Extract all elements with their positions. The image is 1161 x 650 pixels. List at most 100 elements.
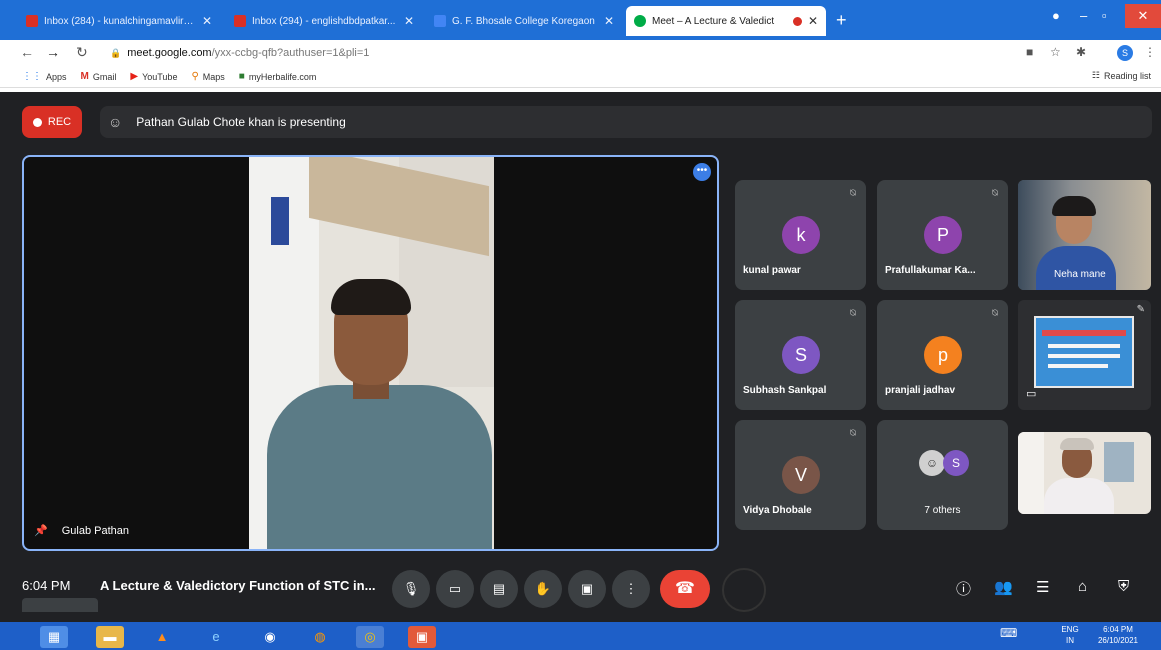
mic-button[interactable]: 🎙: [392, 570, 430, 608]
gmail-icon: [26, 15, 38, 27]
meeting-time: 6:04 PM: [22, 578, 71, 593]
end-call-button[interactable]: ☎: [660, 570, 710, 608]
close-icon[interactable]: ✕: [808, 14, 818, 28]
mic-off-icon: ⍉: [992, 188, 998, 199]
site-icon: [434, 15, 446, 27]
raise-hand-button[interactable]: ✋: [524, 570, 562, 608]
media-player-icon[interactable]: ◉: [256, 626, 284, 648]
presentation-app-icon[interactable]: ▣: [408, 626, 436, 648]
bookmark-youtube[interactable]: ▶ YouTube: [130, 71, 177, 82]
avatar: S: [782, 336, 820, 374]
vlc-icon[interactable]: ▲: [148, 626, 176, 648]
extensions-icon[interactable]: ✱: [1076, 45, 1086, 59]
app-icon[interactable]: ▦: [40, 626, 68, 648]
avatar: V: [782, 456, 820, 494]
bookmark-apps[interactable]: ⋮⋮ Apps: [22, 71, 67, 82]
tab-gmail-inbox-2[interactable]: Inbox (294) - englishdbdpatkar... ✕: [226, 8, 422, 34]
participant-video-tile[interactable]: Neha mane: [1018, 180, 1151, 290]
minimize-icon[interactable]: –: [1080, 8, 1087, 23]
presenting-banner: ☺ Pathan Gulab Chote khan is presenting: [100, 106, 1152, 138]
main-participant-name: 📌 Gulab Pathan: [34, 524, 129, 538]
hand-icon: ✋: [534, 581, 552, 596]
meeting-title: A Lecture & Valedictory Function of STC …: [100, 578, 376, 593]
focus-ring: [722, 568, 766, 612]
captions-button[interactable]: ▤: [480, 570, 518, 608]
apps-grid-icon: ⋮⋮: [22, 71, 42, 82]
participant-tile[interactable]: ⍉ V Vidya Dhobale: [735, 420, 866, 530]
tab-meet[interactable]: Meet – A Lecture & Valedict ✕: [626, 6, 826, 36]
others-avatars: ☺ S: [917, 450, 977, 480]
reading-list-button[interactable]: ☷ Reading list: [1092, 70, 1151, 81]
clock[interactable]: 6:04 PM 26/10/2021: [1094, 624, 1142, 646]
tab-search-icon[interactable]: ●: [1052, 8, 1060, 23]
avatar: ☺: [919, 450, 945, 476]
profile-avatar[interactable]: S: [1117, 45, 1133, 61]
shared-screen-tile[interactable]: ▭ ✎: [1018, 300, 1151, 410]
meeting-controls: 6:04 PM A Lecture & Valedictory Function…: [0, 562, 1161, 612]
present-button[interactable]: ▣: [568, 570, 606, 608]
chat-icon[interactable]: ☰: [1036, 578, 1049, 596]
phone-hangup-icon: ☎: [675, 580, 695, 597]
internet-explorer-icon[interactable]: e: [202, 626, 230, 648]
host-controls-icon[interactable]: ⛨: [1118, 578, 1129, 595]
tab-college[interactable]: G. F. Bhosale College Koregaon ✕: [426, 8, 622, 34]
bookmark-herbalife[interactable]: ■ myHerbalife.com: [239, 71, 317, 82]
more-options-button[interactable]: •••: [693, 163, 711, 181]
forward-icon[interactable]: →: [46, 44, 60, 60]
gmail-icon: M: [80, 71, 89, 82]
reload-icon[interactable]: ↻: [76, 44, 88, 61]
activities-icon[interactable]: ⌂: [1078, 578, 1087, 595]
address-bar[interactable]: 🔒 meet.google.com/yxx-ccbg-qfb?authuser=…: [110, 44, 990, 62]
main-video-tile[interactable]: ••• 📌 Gulab Pathan: [22, 155, 719, 551]
more-options-button[interactable]: ⋮: [612, 570, 650, 608]
firefox-icon[interactable]: ◍: [306, 626, 334, 648]
screen-share-icon: ▭: [1026, 388, 1037, 400]
bookmark-star-icon[interactable]: ☆: [1050, 45, 1061, 59]
tab-gmail-inbox-1[interactable]: Inbox (284) - kunalchingamavlir@... ✕: [18, 8, 220, 34]
pin-icon[interactable]: ✎: [1137, 304, 1145, 315]
people-icon[interactable]: 👥: [994, 578, 1013, 596]
back-icon[interactable]: ←: [20, 44, 34, 60]
meet-window: REC ☺ Pathan Gulab Chote khan is present…: [0, 92, 1161, 622]
others-tile[interactable]: ☺ S 7 others: [877, 420, 1008, 530]
mic-off-icon: ⍉: [992, 308, 998, 319]
present-screen-icon: ▣: [580, 581, 594, 596]
reading-list-icon: ☷: [1091, 70, 1100, 80]
keyboard-icon[interactable]: ⌨: [1000, 627, 1017, 639]
new-tab-button[interactable]: +: [836, 10, 847, 31]
microphone-icon: 🎙: [402, 581, 420, 596]
avatar: P: [924, 216, 962, 254]
self-view-strip[interactable]: [22, 598, 98, 612]
gmail-icon: [234, 15, 246, 27]
info-icon[interactable]: ⓘ: [956, 578, 971, 599]
youtube-icon: ▶: [130, 71, 139, 82]
maps-pin-icon: ⚲: [191, 71, 199, 82]
participant-tile[interactable]: ⍉ k kunal pawar: [735, 180, 866, 290]
avatar: p: [924, 336, 962, 374]
lock-icon: 🔒: [110, 47, 122, 58]
avatar: k: [782, 216, 820, 254]
meet-icon: [634, 15, 646, 27]
record-dot-icon: [32, 117, 42, 127]
participant-tile[interactable]: ⍉ p pranjali jadhav: [877, 300, 1008, 410]
participant-tile[interactable]: ⍉ S Subhash Sankpal: [735, 300, 866, 410]
menu-icon[interactable]: ⋮: [1144, 45, 1156, 59]
avatar: S: [943, 450, 969, 476]
camera-button[interactable]: ▭: [436, 570, 474, 608]
captions-icon: ▤: [492, 581, 506, 596]
herbalife-icon: ■: [238, 71, 245, 82]
chrome-icon[interactable]: ◎: [356, 626, 384, 648]
file-explorer-icon[interactable]: ▬: [96, 626, 124, 648]
close-icon[interactable]: ✕: [604, 14, 614, 28]
camera-indicator-icon[interactable]: ■: [1026, 45, 1033, 59]
participant-video-tile[interactable]: [1018, 432, 1151, 514]
recording-badge: REC: [22, 106, 82, 138]
bookmark-maps[interactable]: ⚲ Maps: [191, 71, 224, 82]
close-icon[interactable]: ✕: [202, 14, 212, 28]
participant-tile[interactable]: ⍉ P Prafullakumar Ka...: [877, 180, 1008, 290]
bookmark-gmail[interactable]: M Gmail: [81, 71, 117, 82]
maximize-icon[interactable]: ▫: [1102, 8, 1107, 23]
language-indicator[interactable]: ENG IN: [1058, 624, 1082, 646]
close-icon[interactable]: ✕: [404, 14, 414, 28]
window-close-button[interactable]: ✕: [1125, 4, 1161, 28]
